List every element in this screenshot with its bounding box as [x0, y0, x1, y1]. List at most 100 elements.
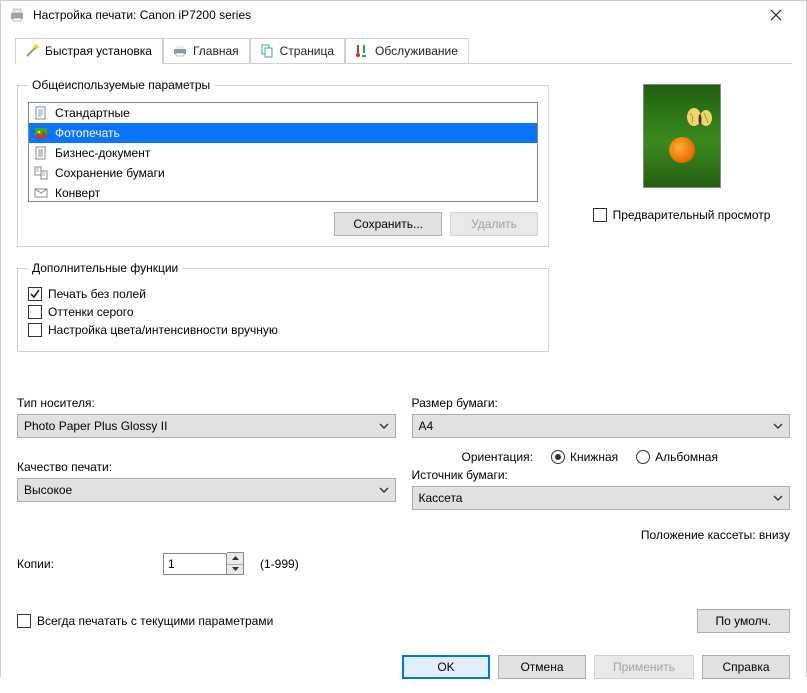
manual-color-label: Настройка цвета/интенсивности вручную — [48, 323, 278, 337]
media-value: Photo Paper Plus Glossy II — [24, 419, 167, 433]
media-combo[interactable]: Photo Paper Plus Glossy II — [17, 414, 396, 438]
client-area: Быстрая установка Главная Страница Обслу… — [1, 29, 806, 693]
presets-buttons: Сохранить... Удалить — [28, 212, 538, 236]
presets-fieldset: Общеиспользуемые параметры Стандартные Ф… — [17, 78, 549, 247]
copies-input[interactable] — [163, 553, 227, 575]
doc-icon — [33, 105, 49, 121]
orientation-label: Ориентация: — [462, 450, 533, 464]
copies-range: (1-999) — [260, 557, 299, 571]
spinner-buttons — [227, 552, 244, 575]
pages-icon — [259, 43, 275, 59]
copies-spinner — [163, 552, 244, 575]
preset-item-envelope[interactable]: Конверт — [29, 183, 537, 202]
defaults-button[interactable]: По умолч. — [697, 609, 790, 633]
source-label: Источник бумаги: — [412, 468, 791, 482]
printer-icon — [9, 7, 25, 23]
borderless-label: Печать без полей — [48, 287, 146, 301]
delete-preset-button: Удалить — [450, 212, 538, 236]
extras-fieldset: Дополнительные функции Печать без полей … — [17, 261, 549, 352]
tab-label: Быстрая установка — [45, 44, 152, 58]
grayscale-checkbox[interactable] — [28, 305, 42, 319]
cassette-note: Положение кассеты: внизу — [412, 528, 791, 542]
preset-label: Стандартные — [55, 106, 130, 120]
window-title: Настройка печати: Canon iP7200 series — [33, 8, 251, 22]
spin-up-button[interactable] — [227, 553, 243, 564]
check-icon — [30, 289, 40, 299]
orientation-portrait[interactable]: Книжная — [551, 450, 618, 464]
media-label: Тип носителя: — [17, 396, 396, 410]
tab-label: Обслуживание — [375, 44, 458, 58]
ok-button[interactable]: OK — [402, 655, 490, 679]
tab-label: Страница — [280, 44, 334, 58]
paper-label: Размер бумаги: — [412, 396, 791, 410]
triangle-up-icon — [232, 556, 239, 560]
always-current-checkbox[interactable] — [17, 614, 31, 628]
presets-listbox[interactable]: Стандартные Фотопечать Бизнес-документ — [28, 102, 538, 202]
spin-down-button[interactable] — [227, 564, 243, 575]
preview-checkbox-row[interactable]: Предварительный просмотр — [593, 208, 771, 222]
preview-image — [643, 84, 721, 188]
business-doc-icon — [33, 145, 49, 161]
manual-color-row[interactable]: Настройка цвета/интенсивности вручную — [28, 323, 538, 337]
tab-maintenance[interactable]: Обслуживание — [345, 38, 469, 64]
preset-item-savepaper[interactable]: Сохранение бумаги — [29, 163, 537, 183]
top-row: Общеиспользуемые параметры Стандартные Ф… — [17, 78, 790, 247]
always-current-row[interactable]: Всегда печатать с текущими параметрами — [17, 614, 273, 628]
print-settings-window: Настройка печати: Canon iP7200 series Бы… — [0, 0, 807, 677]
photo-icon — [33, 125, 49, 141]
wand-icon — [24, 43, 40, 59]
tab-page[interactable]: Страница — [250, 38, 345, 64]
landscape-radio[interactable] — [636, 450, 650, 464]
apply-button: Применить — [594, 655, 694, 679]
printer-small-icon — [172, 43, 188, 59]
flower-icon — [669, 137, 695, 163]
borderless-row[interactable]: Печать без полей — [28, 287, 538, 301]
tab-label: Главная — [193, 44, 239, 58]
quality-combo[interactable]: Высокое — [17, 478, 396, 502]
preset-item-photo[interactable]: Фотопечать — [29, 123, 537, 143]
chevron-down-icon — [773, 493, 783, 503]
titlebar: Настройка печати: Canon iP7200 series — [1, 1, 806, 29]
triangle-down-icon — [232, 567, 239, 571]
orientation-landscape[interactable]: Альбомная — [636, 450, 718, 464]
extras-legend: Дополнительные функции — [28, 261, 182, 275]
preset-item-business[interactable]: Бизнес-документ — [29, 143, 537, 163]
butterfly-icon — [684, 107, 714, 131]
chevron-down-icon — [379, 421, 389, 431]
right-column: Размер бумаги: A4 Ориентация: Книжная — [412, 396, 791, 542]
tools-icon — [354, 43, 370, 59]
close-icon — [770, 9, 782, 21]
save-preset-button[interactable]: Сохранить... — [334, 212, 442, 236]
portrait-label: Книжная — [570, 450, 618, 464]
quality-value: Высокое — [24, 483, 72, 497]
tab-quick-setup[interactable]: Быстрая установка — [15, 38, 163, 64]
close-button[interactable] — [754, 1, 798, 29]
copies-label: Копии: — [17, 557, 147, 571]
grayscale-row[interactable]: Оттенки серого — [28, 305, 538, 319]
preset-item-standard[interactable]: Стандартные — [29, 103, 537, 123]
bottom-row: Всегда печатать с текущими параметрами П… — [17, 609, 790, 633]
paper-combo[interactable]: A4 — [412, 414, 791, 438]
preset-label: Фотопечать — [55, 126, 120, 140]
help-button[interactable]: Справка — [702, 655, 790, 679]
borderless-checkbox[interactable] — [28, 287, 42, 301]
preview-checkbox[interactable] — [593, 208, 607, 222]
chevron-down-icon — [379, 485, 389, 495]
left-column: Тип носителя: Photo Paper Plus Glossy II… — [17, 396, 396, 542]
tab-main[interactable]: Главная — [163, 38, 250, 64]
preview-checkbox-label: Предварительный просмотр — [613, 208, 771, 222]
paper-value: A4 — [419, 419, 434, 433]
landscape-label: Альбомная — [655, 450, 718, 464]
preset-label: Конверт — [55, 186, 100, 200]
envelope-icon — [33, 185, 49, 201]
manual-color-checkbox[interactable] — [28, 323, 42, 337]
always-current-label: Всегда печатать с текущими параметрами — [37, 614, 273, 628]
preview-column: Предварительный просмотр — [573, 78, 790, 247]
portrait-radio[interactable] — [551, 450, 565, 464]
quality-label: Качество печати: — [17, 460, 396, 474]
footer-buttons: OK Отмена Применить Справка — [1, 645, 806, 693]
presets-legend: Общеиспользуемые параметры — [28, 78, 214, 92]
source-combo[interactable]: Кассета — [412, 486, 791, 510]
cancel-button[interactable]: Отмена — [498, 655, 586, 679]
copies-row: Копии: (1-999) — [17, 552, 790, 575]
